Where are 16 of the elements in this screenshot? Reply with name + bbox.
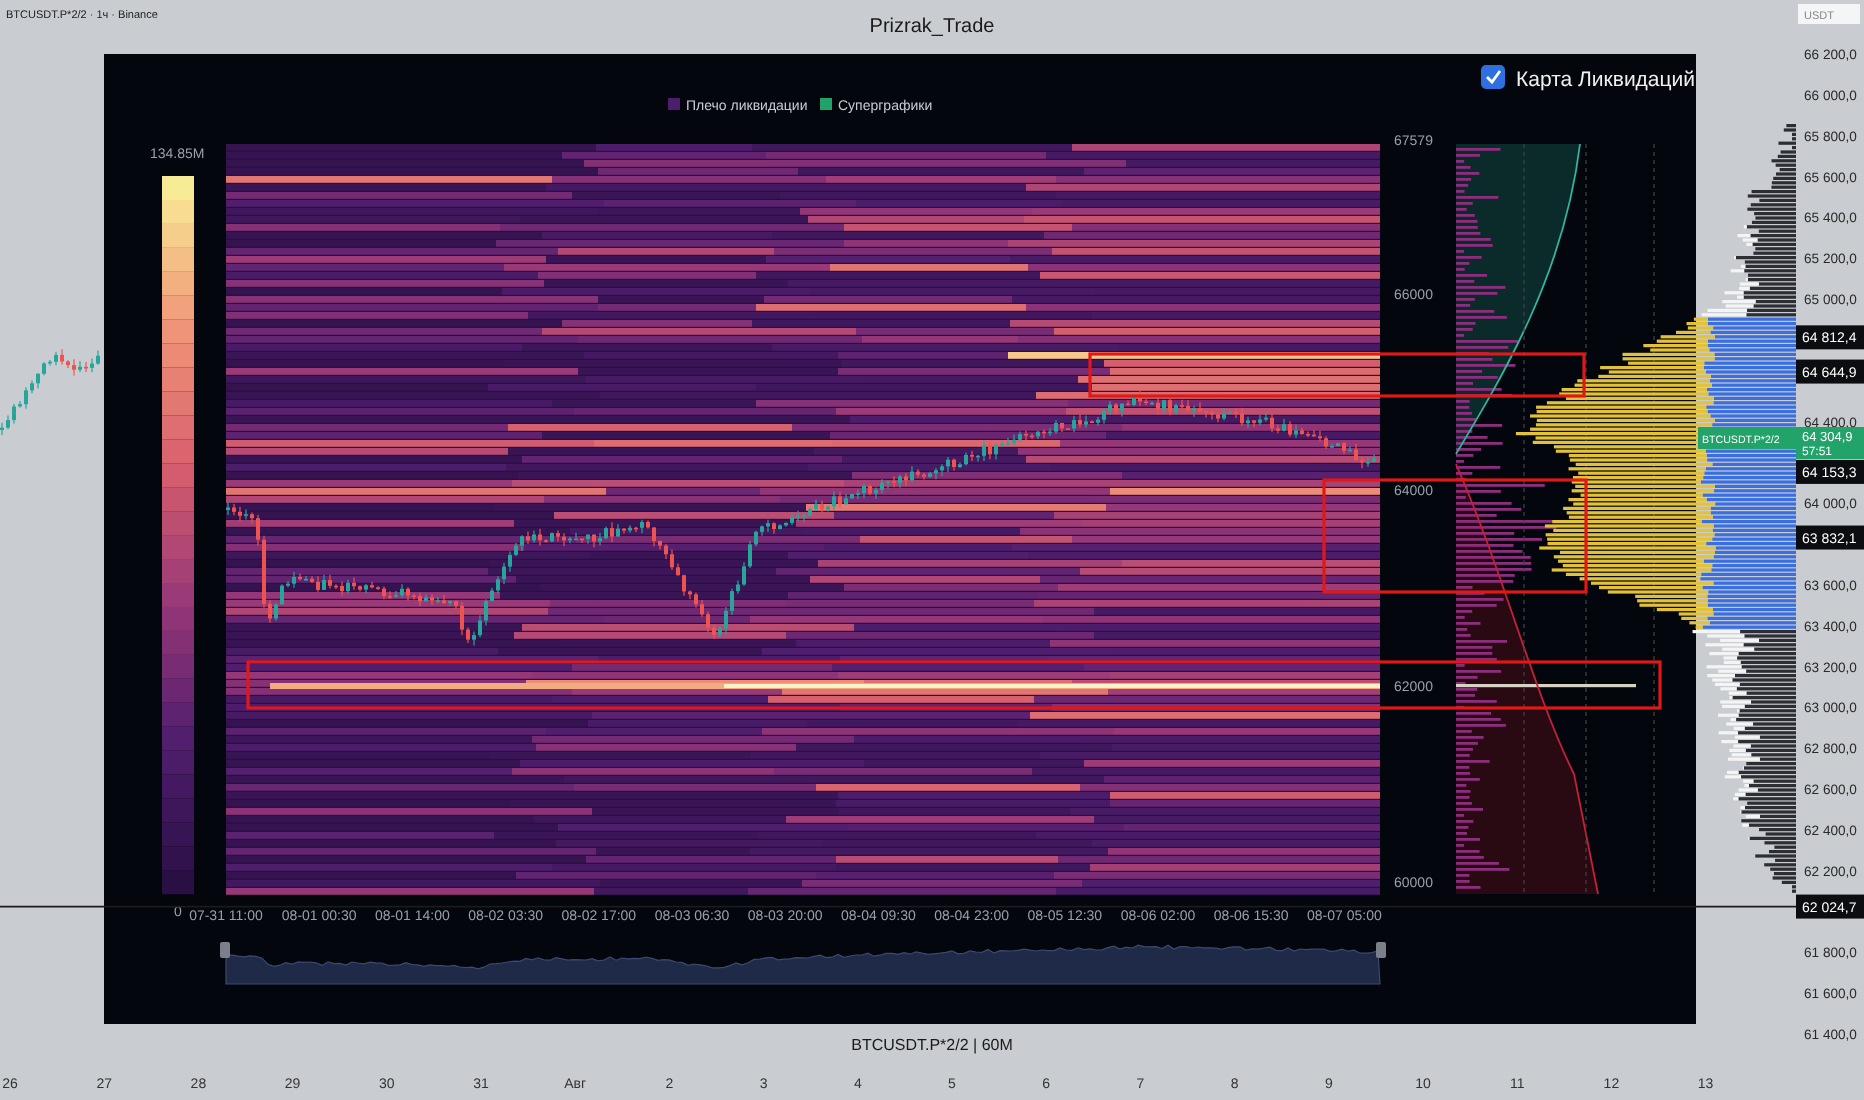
chart-title: Prizrak_Trade: [869, 16, 995, 38]
range-handle[interactable]: [1376, 942, 1386, 958]
last-price-tag: [1796, 427, 1864, 459]
price-tag: [1796, 459, 1864, 484]
price-tag: [1796, 325, 1864, 350]
candlestick-series: [0, 348, 100, 436]
price-tag: [1796, 525, 1864, 550]
chart-caption: BTCUSDT.P*2/2 | 60M: [851, 1036, 1013, 1054]
map-checkbox[interactable]: [1481, 65, 1505, 89]
price-tag: [1796, 359, 1864, 384]
unit-label-box: [1798, 4, 1860, 24]
price-tag: [1796, 894, 1864, 919]
symbol-tag: [1698, 427, 1796, 449]
map-toggle-label[interactable]: Карта Ликвидаций: [1516, 68, 1696, 92]
range-navigator[interactable]: [225, 944, 1381, 985]
range-handle[interactable]: [220, 942, 230, 958]
